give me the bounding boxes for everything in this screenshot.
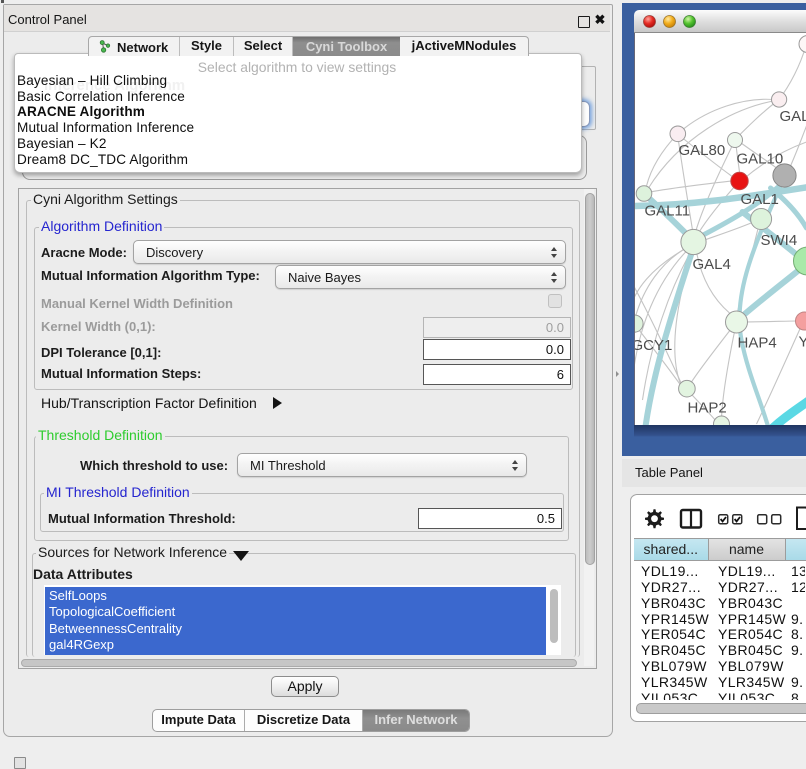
svg-text:SWI4: SWI4	[760, 232, 797, 249]
svg-text:Y: Y	[798, 334, 806, 351]
svg-text:GAL1: GAL1	[740, 191, 778, 208]
svg-text:GAL10: GAL10	[736, 151, 783, 168]
svg-text:HAP4: HAP4	[737, 335, 776, 352]
svg-text:GAL80: GAL80	[678, 142, 725, 159]
svg-text:GCY1: GCY1	[635, 337, 672, 354]
svg-text:GAL4: GAL4	[692, 256, 730, 273]
svg-text:GAL11: GAL11	[644, 203, 690, 220]
svg-text:HAP2: HAP2	[687, 400, 726, 417]
svg-text:GAL7: GAL7	[779, 108, 806, 125]
